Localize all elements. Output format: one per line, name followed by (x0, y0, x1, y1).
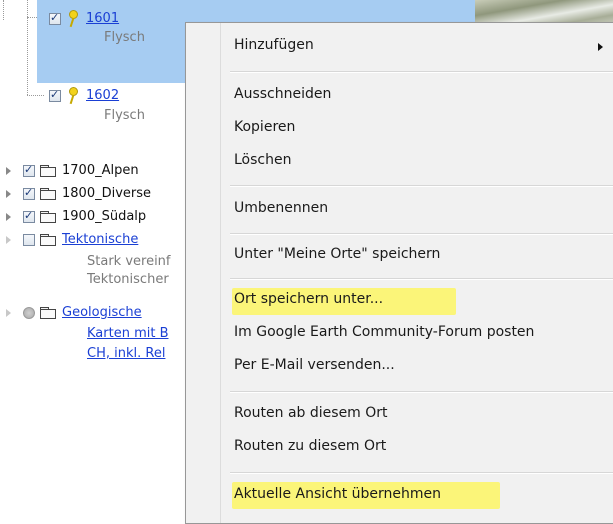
submenu-arrow-icon (598, 43, 603, 51)
tree-item-1602-label[interactable]: 1602 (86, 88, 119, 103)
menu-item-hinzufuegen[interactable]: Hinzufügen (234, 37, 314, 53)
expand-arrow-icon[interactable] (6, 212, 11, 221)
menu-item-routen-zu[interactable]: Routen zu diesem Ort (234, 438, 386, 454)
menu-item-label: Ort speichern unter... (234, 291, 384, 307)
menu-item-ausschneiden[interactable]: Ausschneiden (234, 86, 331, 102)
menu-item-label: Hinzufügen (234, 37, 314, 53)
folder-icon (40, 164, 56, 177)
folder-icon (40, 187, 56, 200)
menu-item-label: Unter "Meine Orte" speichern (234, 246, 441, 262)
menu-item-ort-speichern-unter[interactable]: Ort speichern unter... (234, 291, 383, 307)
tree-item-tektonische-subtitle: Stark vereinf (87, 254, 171, 269)
expand-arrow-icon[interactable] (6, 189, 11, 198)
expand-arrow-icon[interactable] (6, 166, 11, 175)
menu-item-routen-ab[interactable]: Routen ab diesem Ort (234, 405, 388, 421)
expand-arrow-icon[interactable] (6, 235, 11, 244)
context-menu: Hinzufügen Ausschneiden Kopieren Löschen… (185, 22, 613, 524)
menu-item-label: Löschen (234, 152, 292, 168)
checkbox-1601[interactable] (49, 11, 61, 25)
menu-item-loeschen[interactable]: Löschen (234, 152, 291, 168)
tree-item-1601-subtitle: Flysch (104, 30, 145, 45)
folder-icon (40, 306, 56, 319)
menu-separator (230, 278, 613, 280)
radio-geologische[interactable] (23, 306, 35, 319)
checkbox-1800[interactable] (23, 186, 35, 200)
tree-line (27, 17, 37, 18)
tree-item-label[interactable]: 1700_Alpen (62, 163, 139, 178)
tree-item-1602-subtitle: Flysch (104, 108, 145, 123)
checkbox-1900[interactable] (23, 209, 35, 223)
tree-item-1700-alpen[interactable]: 1700_Alpen (6, 163, 139, 178)
menu-item-label: Routen zu diesem Ort (234, 438, 387, 454)
menu-item-community-forum[interactable]: Im Google Earth Community-Forum posten (234, 324, 534, 340)
tree-item-1601[interactable]: 1601 (49, 10, 119, 28)
menu-item-aktuelle-ansicht[interactable]: Aktuelle Ansicht übernehmen (234, 486, 441, 502)
menu-item-label: Ausschneiden (234, 86, 332, 102)
tree-item-geologische-line[interactable]: Karten mit B (87, 326, 169, 341)
menu-separator (230, 185, 613, 187)
menu-separator (230, 472, 613, 474)
menu-item-umbenennen[interactable]: Umbenennen (234, 200, 328, 216)
tree-item-tektonische[interactable]: Tektonische (6, 232, 138, 247)
menu-separator (230, 391, 613, 393)
menu-item-label: Kopieren (234, 119, 296, 135)
expand-arrow-icon[interactable] (6, 308, 11, 317)
tree-item-1900-suedalp[interactable]: 1900_Südalp (6, 209, 146, 224)
menu-item-label: Per E-Mail versenden... (234, 357, 395, 373)
tree-item-label[interactable]: Geologische (62, 305, 142, 320)
placemark-pin-icon (66, 10, 80, 28)
menu-separator (230, 233, 613, 235)
tree-item-label[interactable]: 1900_Südalp (62, 209, 146, 224)
tree-item-label[interactable]: 1800_Diverse (62, 186, 151, 201)
menu-separator (230, 71, 613, 73)
tree-item-1601-label[interactable]: 1601 (86, 11, 119, 26)
tree-item-geologische-line[interactable]: CH, inkl. Rel (87, 346, 165, 361)
menu-item-email[interactable]: Per E-Mail versenden... (234, 357, 395, 373)
tree-item-label[interactable]: Tektonische (62, 232, 138, 247)
checkbox-1700[interactable] (23, 163, 35, 177)
tree-line (27, 0, 28, 95)
menu-item-label: Im Google Earth Community-Forum posten (234, 324, 535, 340)
tree-line (3, 0, 4, 20)
placemark-pin-icon (66, 87, 80, 105)
tree-line (27, 95, 44, 96)
folder-icon (40, 233, 56, 246)
tree-item-1602[interactable]: 1602 (49, 87, 119, 105)
tree-item-geologische[interactable]: Geologische (6, 305, 142, 320)
menu-item-label: Routen ab diesem Ort (234, 405, 388, 421)
checkbox-tektonische[interactable] (23, 233, 35, 246)
checkbox-1602[interactable] (49, 88, 61, 102)
menu-item-meine-orte-speichern[interactable]: Unter "Meine Orte" speichern (234, 246, 440, 262)
menu-icon-gutter (186, 23, 221, 523)
tree-item-tektonische-subtitle: Tektonischer (87, 272, 169, 287)
folder-icon (40, 210, 56, 223)
menu-item-kopieren[interactable]: Kopieren (234, 119, 295, 135)
menu-item-label: Umbenennen (234, 200, 329, 216)
menu-item-label: Aktuelle Ansicht übernehmen (234, 486, 442, 502)
tree-item-1800-diverse[interactable]: 1800_Diverse (6, 186, 151, 201)
